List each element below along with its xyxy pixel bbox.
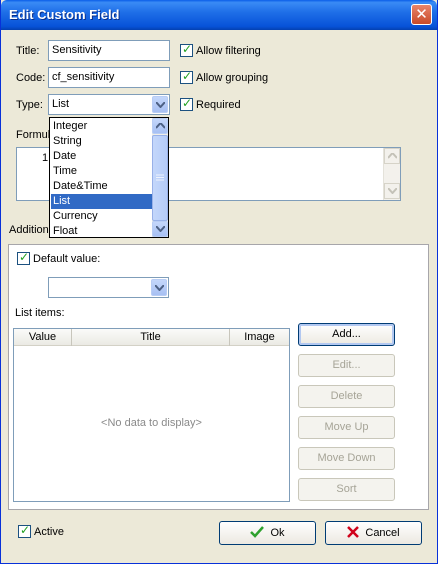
sort-button[interactable]: Sort: [298, 478, 395, 501]
formula-scrollbar[interactable]: [383, 148, 400, 200]
dropdown-scroll-thumb[interactable]: [152, 135, 168, 221]
checkmark-icon: [250, 526, 265, 538]
dropdown-item-string[interactable]: String: [51, 134, 152, 149]
required-checkbox[interactable]: ✓: [180, 96, 193, 111]
dropdown-item-date[interactable]: Date: [51, 149, 152, 164]
title-input[interactable]: Sensitivity: [48, 40, 170, 61]
checkmark-icon: ✓: [182, 69, 193, 83]
chevron-down-icon: [156, 102, 165, 108]
default-value-label: Default value:: [33, 253, 101, 265]
type-select[interactable]: List: [48, 94, 170, 115]
edit-button[interactable]: Edit...: [298, 354, 395, 377]
dropdown-item-float[interactable]: Float: [51, 224, 152, 237]
allow-filtering-label: Allow filtering: [196, 45, 261, 57]
window-title: Edit Custom Field: [9, 7, 120, 22]
additional-label: Addition: [9, 224, 49, 236]
code-input[interactable]: cf_sensitivity: [48, 67, 170, 88]
dropdown-scroll-up-button[interactable]: [152, 118, 168, 134]
sort-button-label: Sort: [336, 483, 357, 495]
column-header-value[interactable]: Value: [14, 329, 72, 346]
scroll-down-button[interactable]: [384, 183, 400, 199]
cancel-button[interactable]: Cancel: [325, 521, 422, 545]
list-items-label: List items:: [15, 307, 65, 319]
chevron-down-icon: [155, 285, 164, 291]
checkmark-icon: ✓: [182, 96, 193, 110]
move-down-button-label: Move Down: [317, 452, 376, 464]
dropdown-item-list[interactable]: List: [51, 194, 152, 209]
required-label: Required: [196, 99, 241, 111]
type-select-value: List: [52, 98, 70, 110]
edit-custom-field-dialog: Edit Custom Field ✕ Title: Sensitivity C…: [0, 0, 438, 564]
close-icon: ✕: [415, 6, 428, 23]
dropdown-scrollbar[interactable]: [152, 118, 168, 237]
checkmark-icon: ✓: [19, 250, 30, 264]
active-label: Active: [34, 526, 64, 538]
list-items-grid[interactable]: Value Title Image <No data to display>: [13, 328, 290, 502]
chevron-down-icon: [388, 188, 397, 194]
dropdown-scroll-down-button[interactable]: [152, 221, 168, 237]
type-dropdown-button[interactable]: [152, 96, 168, 113]
chevron-up-icon: [156, 123, 165, 129]
cancel-button-label: Cancel: [365, 527, 400, 539]
empty-grid-message: <No data to display>: [101, 417, 202, 429]
default-value-checkbox[interactable]: ✓: [17, 250, 30, 265]
x-icon: [347, 526, 360, 538]
chevron-down-icon: [156, 226, 165, 232]
allow-filtering-checkbox[interactable]: ✓: [180, 42, 193, 57]
add-button[interactable]: Add...: [298, 323, 395, 346]
type-label: Type:: [16, 99, 43, 111]
default-value-dropdown-button[interactable]: [151, 279, 167, 296]
checkmark-icon: ✓: [182, 42, 193, 56]
ok-button-label: Ok: [270, 527, 285, 539]
dropdown-item-currency[interactable]: Currency: [51, 209, 152, 224]
chevron-up-icon: [388, 153, 397, 159]
dropdown-item-integer[interactable]: Integer: [51, 119, 152, 134]
default-value-select[interactable]: [48, 277, 169, 298]
move-up-button-label: Move Up: [324, 421, 369, 433]
active-checkbox[interactable]: ✓: [18, 523, 31, 538]
move-down-button[interactable]: Move Down: [298, 447, 395, 470]
formula-line-number: 1: [42, 152, 49, 164]
dropdown-item-datetime[interactable]: Date&Time: [51, 179, 152, 194]
type-dropdown-list[interactable]: Integer String Date Time Date&Time List …: [49, 117, 169, 238]
delete-button[interactable]: Delete: [298, 385, 395, 408]
column-header-title[interactable]: Title: [72, 329, 230, 346]
allow-grouping-label: Allow grouping: [196, 72, 269, 84]
title-bar[interactable]: Edit Custom Field ✕: [1, 0, 437, 30]
allow-grouping-checkbox[interactable]: ✓: [180, 69, 193, 84]
checkmark-icon: ✓: [20, 523, 31, 537]
ok-button[interactable]: Ok: [219, 521, 316, 545]
close-button[interactable]: ✕: [411, 4, 432, 25]
grip-icon: [156, 174, 164, 181]
add-button-label: Add...: [332, 328, 361, 340]
delete-button-label: Delete: [330, 390, 363, 402]
code-label: Code:: [16, 72, 46, 84]
column-header-image[interactable]: Image: [230, 329, 289, 346]
edit-button-label: Edit...: [332, 359, 361, 371]
title-label: Title:: [16, 45, 40, 57]
grid-header: Value Title Image: [14, 329, 289, 346]
scroll-up-button[interactable]: [384, 148, 400, 164]
dropdown-item-time[interactable]: Time: [51, 164, 152, 179]
move-up-button[interactable]: Move Up: [298, 416, 395, 439]
